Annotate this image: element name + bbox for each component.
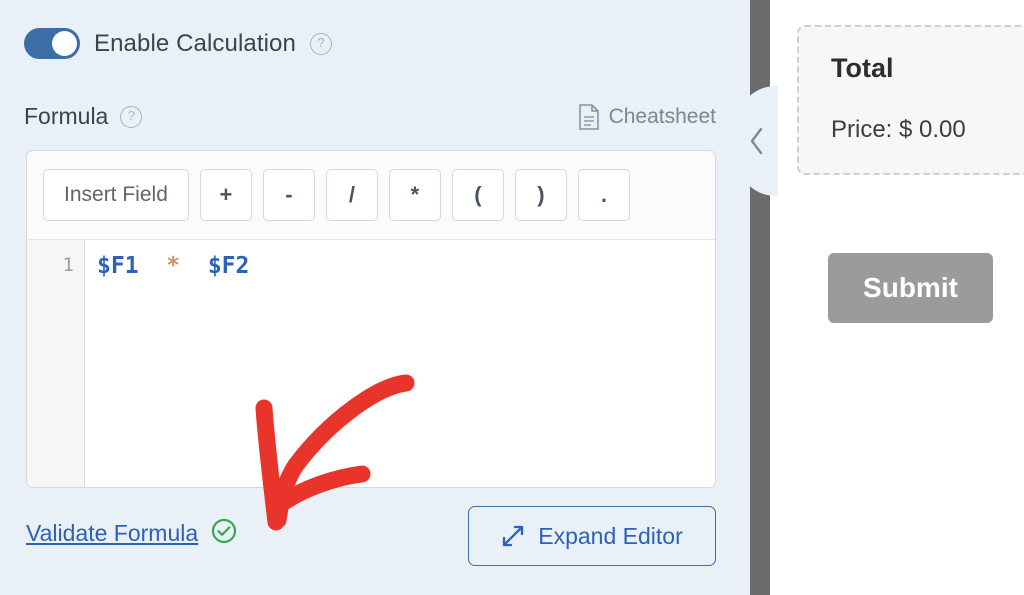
- chevron-left-icon: [746, 124, 768, 158]
- settings-panel: Enable Calculation ? Formula ? Cheatshee…: [0, 0, 750, 595]
- formula-token-space: [180, 253, 208, 279]
- check-circle-icon: [210, 517, 238, 550]
- formula-token-var: $F2: [207, 253, 250, 279]
- formula-help-icon[interactable]: ?: [120, 105, 143, 128]
- document-icon: [578, 103, 600, 130]
- operator-minus-button[interactable]: -: [262, 169, 315, 221]
- formula-label: Formula: [24, 103, 109, 129]
- enable-calculation-label: Enable Calculation: [94, 29, 296, 57]
- formula-token-space: [139, 253, 167, 279]
- total-field-card[interactable]: Total Price: $ 0.00: [797, 25, 1024, 175]
- expand-arrows-icon: [501, 524, 525, 548]
- validate-row: Validate Formula: [26, 517, 238, 550]
- submit-button[interactable]: Submit: [828, 253, 993, 323]
- cheatsheet-link[interactable]: Cheatsheet: [578, 103, 716, 130]
- cheatsheet-label: Cheatsheet: [608, 104, 716, 128]
- paren-open-button[interactable]: (: [451, 169, 504, 221]
- formula-token-var: $F1: [97, 253, 139, 279]
- enable-calculation-toggle[interactable]: [24, 28, 80, 59]
- enable-calculation-help-icon[interactable]: ?: [309, 32, 332, 55]
- validate-formula-link[interactable]: Validate Formula: [26, 520, 198, 547]
- total-title: Total: [831, 53, 894, 83]
- operator-divide-button[interactable]: /: [325, 169, 378, 221]
- formula-code-text[interactable]: $F1 * $F2: [85, 240, 715, 487]
- expand-editor-button[interactable]: Expand Editor: [468, 506, 716, 566]
- form-preview-panel: Total Price: $ 0.00 Submit: [770, 0, 1024, 595]
- operator-multiply-button[interactable]: *: [388, 169, 441, 221]
- line-number-gutter: 1: [27, 240, 85, 487]
- formula-header: Formula ? Cheatsheet: [24, 103, 716, 130]
- decimal-point-button[interactable]: .: [577, 169, 630, 221]
- formula-code-area[interactable]: 1 $F1 * $F2: [27, 239, 715, 487]
- total-price-value: Price: $ 0.00: [831, 116, 966, 143]
- paren-close-button[interactable]: ): [514, 169, 567, 221]
- insert-field-button[interactable]: Insert Field: [43, 169, 189, 221]
- operator-plus-button[interactable]: +: [199, 169, 252, 221]
- formula-editor-container: Insert Field + - / * ( ) . 1 $F1 * $F2: [26, 150, 716, 488]
- toggle-knob: [52, 31, 77, 56]
- enable-calculation-row: Enable Calculation ?: [24, 28, 332, 59]
- formula-token-op: *: [166, 253, 181, 279]
- formula-toolbar: Insert Field + - / * ( ) .: [27, 151, 715, 239]
- expand-editor-label: Expand Editor: [538, 522, 683, 549]
